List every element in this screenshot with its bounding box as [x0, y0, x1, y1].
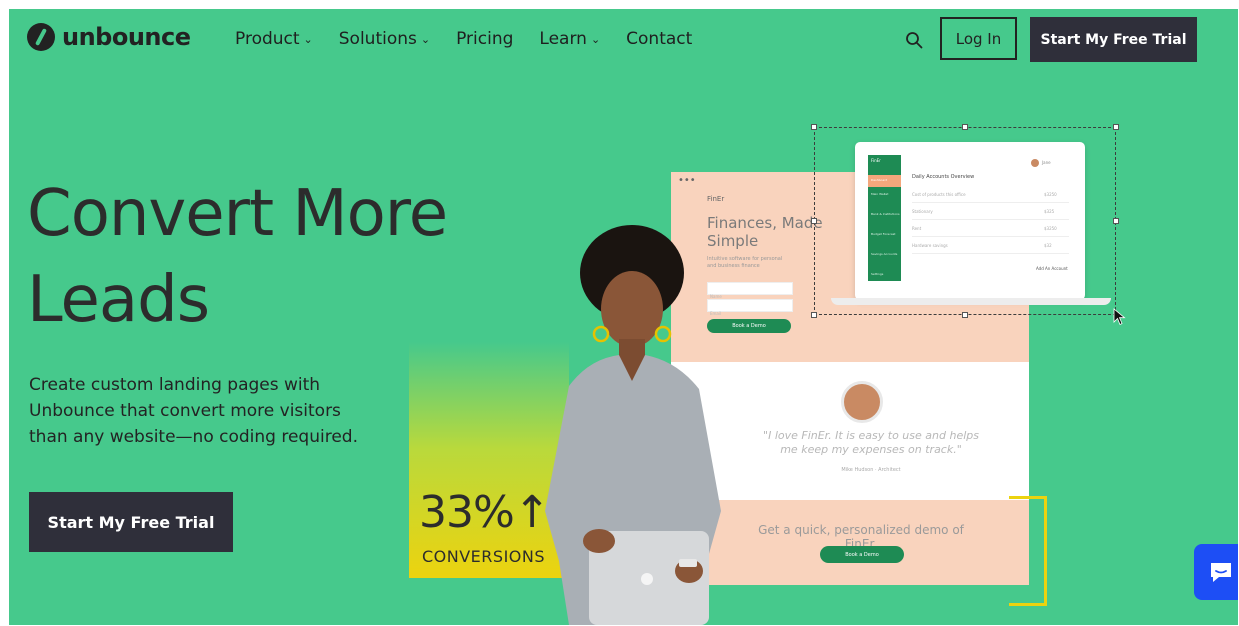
headline-line-2: Leads	[27, 263, 210, 337]
resize-handle[interactable]	[1113, 218, 1119, 224]
cursor-arrow-icon	[1113, 308, 1126, 326]
resize-handle[interactable]	[962, 124, 968, 130]
testimonial-quote: "I love FinEr. It is easy to use and hel…	[763, 429, 979, 456]
nav-product[interactable]: Product ⌄	[235, 29, 313, 49]
editor-selection-box[interactable]	[814, 127, 1116, 315]
resize-handle[interactable]	[811, 124, 817, 130]
search-icon[interactable]	[905, 31, 923, 49]
unbounce-logo[interactable]: unbounce	[27, 23, 191, 51]
hero-person-image	[545, 225, 721, 625]
chevron-down-icon: ⌄	[590, 32, 601, 46]
nav-pricing[interactable]: Pricing	[456, 29, 513, 49]
chevron-down-icon: ⌄	[303, 32, 313, 46]
nav-product-label: Product	[235, 29, 300, 49]
nav-learn[interactable]: Learn ⌄	[539, 29, 600, 49]
resize-handle[interactable]	[811, 218, 817, 224]
testimonial-avatar	[841, 381, 883, 423]
header-free-trial-button[interactable]: Start My Free Trial	[1030, 17, 1197, 62]
hero-subcopy: Create custom landing pages with Unbounc…	[29, 375, 358, 447]
nav-solutions[interactable]: Solutions ⌄	[339, 29, 430, 49]
chat-icon	[1211, 563, 1231, 582]
chevron-down-icon: ⌄	[420, 32, 431, 46]
nav-contact[interactable]: Contact	[626, 29, 692, 49]
hero-section: unbounce Product ⌄ Solutions ⌄ Pricing L…	[9, 9, 1238, 625]
mock-book-demo-button-2: Book a Demo	[820, 546, 904, 563]
logo-text: unbounce	[62, 23, 191, 51]
hero-free-trial-button[interactable]: Start My Free Trial	[29, 492, 233, 552]
nav-contact-label: Contact	[626, 29, 693, 49]
chat-widget-button[interactable]	[1194, 544, 1238, 600]
nav-pricing-label: Pricing	[456, 29, 514, 49]
resize-handle[interactable]	[1113, 124, 1119, 130]
headline-line-1: Convert More	[27, 177, 448, 251]
hero-headline: Convert More Leads	[27, 171, 507, 343]
nav-solutions-label: Solutions	[338, 29, 417, 49]
resize-handle[interactable]	[811, 312, 817, 318]
window-dots-icon: •••	[678, 175, 696, 186]
nav-learn-label: Learn	[539, 29, 587, 49]
testimonial-cite: Mike Hudson · Architect	[841, 467, 901, 473]
mock-brand: FinEr	[707, 195, 725, 203]
login-button[interactable]: Log In	[940, 17, 1017, 60]
unbounce-logo-icon	[27, 23, 55, 51]
yellow-frame-decoration	[1009, 496, 1047, 606]
resize-handle[interactable]	[962, 312, 968, 318]
conversions-label: CONVERSIONS	[422, 547, 545, 566]
main-nav: Product ⌄ Solutions ⌄ Pricing Learn ⌄ Co…	[235, 29, 718, 49]
